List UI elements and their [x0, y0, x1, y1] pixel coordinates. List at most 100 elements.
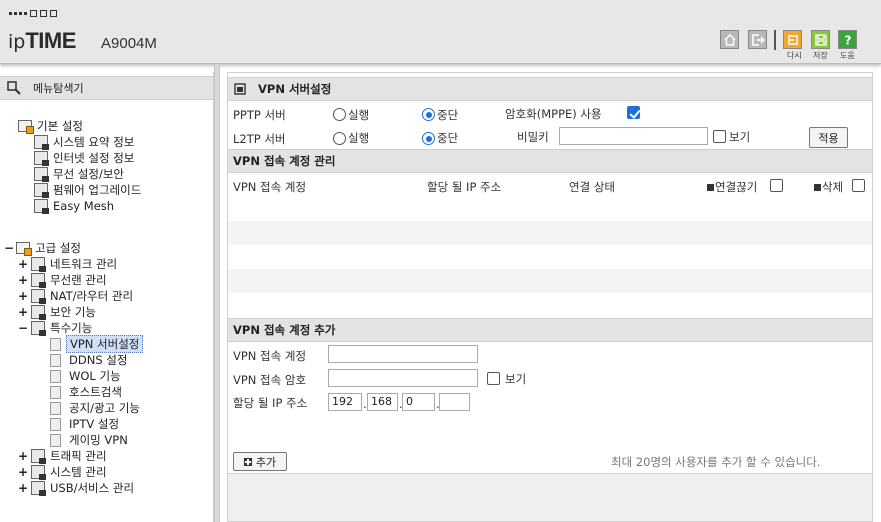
menu-item-special[interactable]: − 특수기능 [18, 320, 92, 336]
expand-icon[interactable]: + [18, 465, 28, 479]
menu-item-security[interactable]: + 보안 기능 [18, 304, 96, 320]
reset-label: 다시 [787, 51, 802, 60]
expand-icon[interactable]: + [18, 449, 28, 463]
ip-octet-4[interactable] [439, 393, 470, 411]
menu-item-network[interactable]: + 네트워크 관리 [18, 256, 117, 272]
l2tp-run-radio[interactable] [333, 132, 346, 145]
page-icon [50, 433, 61, 447]
account-row-empty [228, 293, 872, 317]
add-account-input[interactable] [328, 345, 478, 363]
add-account-label: VPN 접속 계정 [233, 349, 307, 363]
expand-icon[interactable]: + [18, 273, 28, 287]
top-header: ip TIME A9004M 다시 저장 ? 도움 [0, 0, 881, 64]
network-icon [31, 257, 46, 272]
usb-icon [31, 481, 46, 496]
add-section-header: VPN 접속 계정 추가 [228, 318, 872, 342]
ip-octet-1[interactable]: 192 [328, 393, 362, 411]
disconnect-all-checkbox[interactable] [770, 179, 783, 192]
help-button[interactable]: ? [838, 30, 857, 49]
brand-ip: ip [8, 31, 26, 53]
menu-item-easy-mesh[interactable]: Easy Mesh [34, 198, 114, 214]
mppe-checkbox[interactable] [627, 106, 640, 119]
secret-show-checkbox[interactable] [713, 130, 726, 143]
menu-item-host-search[interactable]: 호스트검색 [50, 384, 122, 400]
max-users-note: 최대 20명의 사용자를 추가 할 수 있습니다. [611, 455, 821, 469]
chart-icon [34, 135, 49, 150]
menu-item-gaming-vpn[interactable]: 게이밍 VPN [50, 432, 128, 448]
secret-show-label: 보기 [729, 130, 751, 144]
account-row-empty [228, 221, 872, 245]
password-show-label: 보기 [505, 372, 527, 386]
menu-item-iptv[interactable]: IPTV 설정 [50, 416, 119, 432]
add-password-label: VPN 접속 암호 [233, 373, 307, 387]
collapse-icon[interactable]: − [4, 241, 14, 255]
expand-icon[interactable]: + [18, 305, 28, 319]
l2tp-stop-label: 중단 [437, 131, 459, 145]
add-password-input[interactable] [328, 369, 478, 387]
chart-icon [31, 465, 46, 480]
pptp-label: PPTP 서버 [233, 108, 286, 122]
panel-divider[interactable] [214, 64, 220, 522]
window-icon [234, 83, 246, 95]
magnifier-icon [7, 81, 21, 95]
menu-basic-settings[interactable]: 기본 설정 [18, 118, 83, 134]
menu-item-internet-info[interactable]: 인터넷 설정 정보 [34, 150, 134, 166]
collapse-icon[interactable]: − [18, 321, 28, 335]
expand-icon[interactable]: + [18, 257, 28, 271]
accounts-section-header: VPN 접속 계정 관리 [228, 149, 872, 173]
menu-advanced-settings[interactable]: − 고급 설정 [4, 240, 81, 256]
l2tp-run-label: 실행 [348, 131, 370, 145]
model-name: A9004M [101, 35, 157, 52]
pptp-run-radio[interactable] [333, 108, 346, 121]
expand-icon[interactable]: + [18, 481, 28, 495]
minus-icon [814, 184, 821, 191]
special-icon [31, 321, 46, 336]
ip-octet-3[interactable]: 0 [402, 393, 435, 411]
menu-item-system[interactable]: + 시스템 관리 [18, 464, 107, 480]
ip-octet-2[interactable]: 168 [367, 393, 398, 411]
account-row-empty [228, 245, 872, 269]
menu-item-nat-router[interactable]: + NAT/라우터 관리 [18, 288, 133, 304]
menu-item-firmware-upgrade[interactable]: 펌웨어 업그레이드 [34, 182, 141, 198]
menu-item-notice-ad[interactable]: 공지/광고 기능 [50, 400, 140, 416]
menu-item-traffic[interactable]: + 트래픽 관리 [18, 448, 107, 464]
home-button[interactable] [720, 30, 739, 49]
col-disconnect: 연결끊기 [707, 179, 757, 195]
upgrade-icon [34, 183, 49, 198]
traffic-icon [31, 449, 46, 464]
pptp-stop-label: 중단 [437, 108, 459, 122]
reset-icon [787, 34, 798, 45]
plus-icon [243, 457, 252, 466]
vpn-section-title: VPN 서버설정 [258, 82, 332, 96]
password-show-checkbox[interactable] [487, 372, 500, 385]
lock-icon [31, 305, 46, 320]
l2tp-label: L2TP 서버 [233, 132, 286, 146]
delete-all-checkbox[interactable] [852, 179, 865, 192]
page-icon [50, 353, 61, 367]
menu-item-usb-service[interactable]: + USB/서비스 관리 [18, 480, 134, 496]
menu-item-wireless-lan[interactable]: + 무선랜 관리 [18, 272, 107, 288]
menu-explorer: 메뉴탐색기 기본 설정 시스템 요약 정보 인터넷 설정 정보 무선 설정/보안… [0, 72, 214, 522]
wireless-icon [31, 273, 46, 288]
menu-item-wol[interactable]: WOL 기능 [50, 368, 121, 384]
help-label: 도움 [840, 51, 855, 60]
col-delete: 삭제 [814, 179, 843, 195]
menu-item-ddns[interactable]: DDNS 설정 [50, 352, 127, 368]
apply-button[interactable]: 적용 [809, 127, 848, 148]
page-icon [50, 369, 61, 383]
expand-icon[interactable]: + [18, 289, 28, 303]
secret-key-label: 비밀키 [517, 130, 549, 144]
l2tp-stop-radio[interactable] [422, 132, 435, 145]
reset-button[interactable] [783, 30, 802, 49]
secret-key-input[interactable] [559, 127, 708, 145]
add-account-button[interactable]: 추가 [233, 452, 287, 471]
logout-button[interactable] [748, 30, 767, 49]
add-ip-label: 할당 될 IP 주소 [233, 396, 308, 410]
save-button[interactable] [811, 30, 830, 49]
menu-item-wireless-security[interactable]: 무선 설정/보안 [34, 166, 124, 182]
pptp-stop-radio[interactable] [422, 108, 435, 121]
menu-item-vpn-server[interactable]: VPN 서버설정 [50, 335, 144, 353]
accounts-section-title: VPN 접속 계정 관리 [233, 154, 336, 168]
menu-item-system-summary[interactable]: 시스템 요약 정보 [34, 134, 134, 150]
svg-text:?: ? [844, 33, 851, 47]
